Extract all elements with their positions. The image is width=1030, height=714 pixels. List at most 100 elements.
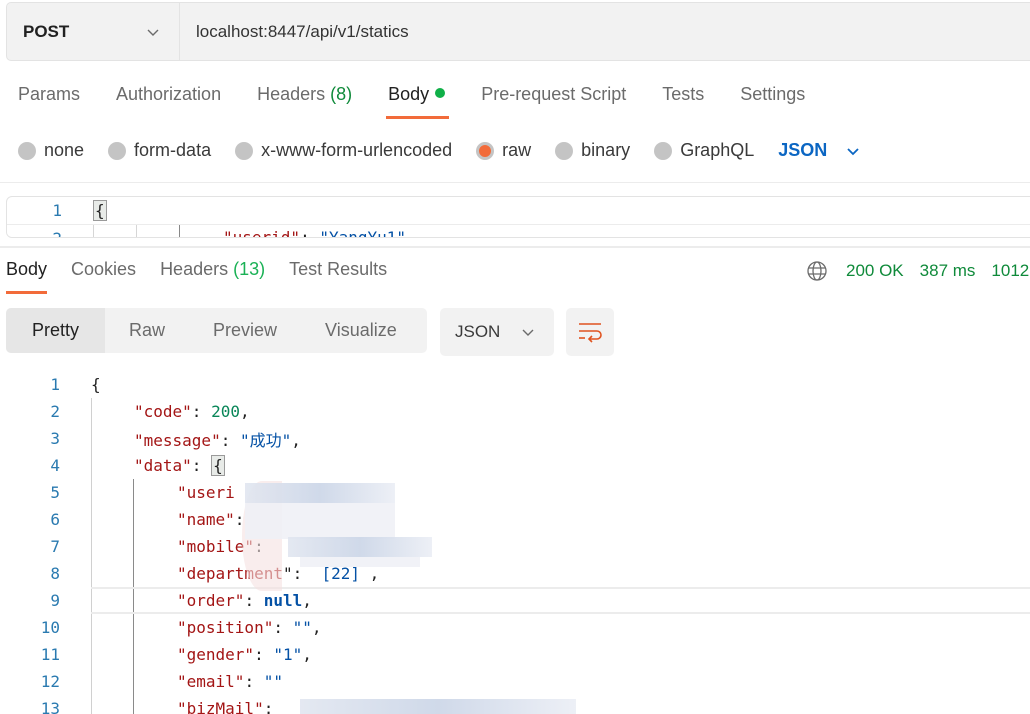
method-select[interactable]: POST [7, 3, 180, 60]
tab-settings[interactable]: Settings [740, 84, 805, 119]
json-value: "1" [273, 645, 303, 664]
wrap-lines-button[interactable] [566, 308, 614, 356]
open-brace: { [211, 454, 225, 476]
line-number: 8 [50, 564, 60, 583]
radio-checked-icon [476, 141, 495, 160]
tab-body[interactable]: Body [386, 84, 450, 119]
code-line: 11 "gender": "1", [0, 641, 1030, 668]
redaction-mask [245, 483, 395, 503]
json-key: "gender" [177, 645, 255, 664]
tab-label: Headers [160, 259, 229, 279]
indent-guide [93, 225, 94, 237]
line-number: 1 [52, 201, 62, 220]
wrap-lines-icon [579, 323, 602, 343]
chevron-down-icon [847, 147, 859, 155]
status-code[interactable]: 200 OK [846, 261, 904, 281]
format-label: JSON [455, 322, 501, 341]
line-number: 4 [50, 456, 60, 475]
body-indicator-dot-icon [435, 88, 446, 98]
line-number: 2 [50, 402, 60, 421]
line-number: 1 [50, 375, 60, 394]
divider [0, 182, 1030, 183]
tab-headers[interactable]: Headers (8) [257, 84, 352, 119]
code-line: 1{ [0, 371, 1030, 398]
response-body-viewer[interactable]: 1{ 2 "code": 200, 3 "message": "成功", 4 "dat… [0, 371, 1030, 714]
response-status-bar: 200 OK 387 ms 1012 [806, 260, 1030, 282]
editor-line: 1 { [7, 197, 1030, 224]
view-visualize[interactable]: Visualize [301, 308, 421, 353]
line-number: 9 [50, 591, 60, 610]
radio-circle-icon [555, 141, 574, 160]
radio-graphql[interactable]: GraphQL [654, 140, 754, 161]
radio-label: binary [581, 140, 631, 160]
url-input[interactable]: localhost:8447/api/v1/statics [180, 22, 409, 42]
indent-guide [136, 225, 137, 237]
tab-label: Headers [257, 84, 326, 104]
tab-label: Body [6, 259, 48, 279]
radio-circle-icon [18, 141, 36, 160]
line-number: 5 [50, 483, 60, 502]
view-pretty[interactable]: Pretty [6, 308, 105, 353]
tab-test-results[interactable]: Test Results [289, 259, 387, 294]
radio-label: form-data [134, 140, 212, 160]
chevron-down-icon [522, 329, 534, 336]
open-brace: { [93, 199, 107, 221]
radio-circle-icon [654, 141, 673, 160]
request-body-editor[interactable]: 1 { 2 "userid": "YangYu1" [6, 196, 1030, 238]
json-key: "code" [134, 402, 192, 421]
redaction-mask [300, 557, 420, 567]
tab-authorization[interactable]: Authorization [116, 84, 221, 119]
url-bar: POST localhost:8447/api/v1/statics [6, 2, 1030, 61]
line-number: 13 [40, 699, 60, 714]
radio-none[interactable]: none [18, 140, 84, 161]
indent-guide [179, 225, 180, 237]
response-time[interactable]: 387 ms [920, 261, 976, 281]
tab-label: Body [388, 84, 430, 104]
code-line: 4 "data": { [0, 452, 1030, 479]
json-value: "" [292, 618, 312, 637]
json-key: "bizMail" [177, 699, 264, 714]
json-key: "userid" [223, 228, 301, 238]
code-line: 12 "email": "" [0, 668, 1030, 695]
response-tabs: Body Cookies Headers (13) Test Results [6, 259, 411, 294]
pane-divider[interactable] [0, 246, 1030, 248]
radio-raw[interactable]: raw [476, 140, 531, 161]
body-language-select[interactable]: JSON [778, 140, 861, 161]
radio-circle-icon [235, 141, 254, 160]
code-line-current: 9 "order": null, [50, 587, 1030, 614]
code-line: 5 "useri [0, 479, 1030, 506]
code-line: 2 "code": 200, [0, 398, 1030, 425]
line-number: 7 [50, 537, 60, 556]
radio-urlencoded[interactable]: x-www-form-urlencoded [235, 140, 452, 161]
tab-cookies[interactable]: Cookies [71, 259, 136, 294]
tab-response-body[interactable]: Body [6, 259, 48, 294]
json-key: "data" [134, 455, 192, 475]
radio-binary[interactable]: binary [555, 140, 630, 161]
line-number: 3 [50, 429, 60, 448]
json-key: "name" [177, 510, 235, 529]
globe-icon[interactable] [806, 260, 828, 282]
line-number: 6 [50, 510, 60, 529]
radio-label: GraphQL [680, 140, 755, 160]
tab-label: Pre-request Script [481, 84, 627, 104]
line-number: 2 [52, 228, 62, 238]
tab-label: Settings [740, 84, 806, 104]
radio-form-data[interactable]: form-data [108, 140, 211, 161]
response-size[interactable]: 1012 [991, 261, 1029, 281]
tab-params[interactable]: Params [18, 84, 80, 119]
view-raw[interactable]: Raw [105, 308, 189, 353]
tab-response-headers[interactable]: Headers (13) [160, 259, 265, 294]
view-preview[interactable]: Preview [189, 308, 301, 353]
json-value: null [263, 591, 303, 610]
json-key: "position" [177, 618, 274, 637]
radio-circle-icon [108, 141, 127, 160]
radio-label: none [44, 140, 85, 160]
tab-tests[interactable]: Tests [662, 84, 704, 119]
code-line: 6 "name": [0, 506, 1030, 533]
request-tabs: Params Authorization Headers (8) Body Pr… [18, 84, 841, 119]
tab-label: Params [18, 84, 81, 104]
open-brace: { [91, 375, 101, 394]
tab-pre-request-script[interactable]: Pre-request Script [481, 84, 626, 119]
method-label: POST [23, 21, 70, 41]
response-format-select[interactable]: JSON [440, 308, 554, 356]
